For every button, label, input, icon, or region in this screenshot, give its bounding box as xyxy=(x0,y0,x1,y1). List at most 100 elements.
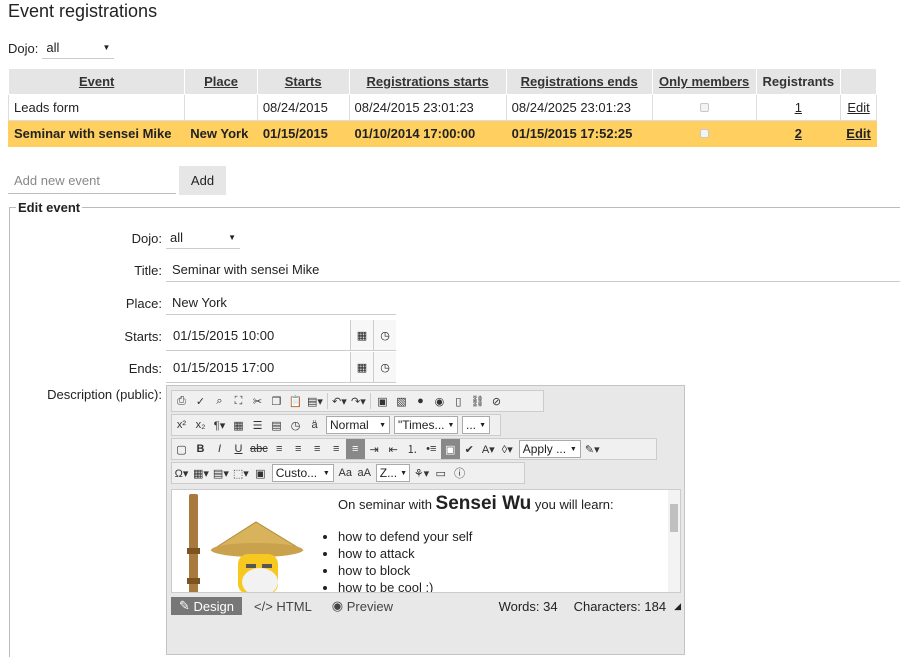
font-dropdown[interactable]: "Times... ▼ xyxy=(394,416,458,434)
size-dropdown[interactable]: ... ▼ xyxy=(462,416,490,434)
col-event[interactable]: Event xyxy=(7,68,186,95)
document-icon[interactable]: ▯ xyxy=(449,391,468,411)
align-center-icon[interactable]: ≡ xyxy=(289,439,308,459)
paste-icon[interactable]: 📋 xyxy=(286,391,305,411)
edit-link[interactable]: Edit xyxy=(847,100,869,115)
superscript-icon[interactable]: x² xyxy=(172,415,191,435)
table-row[interactable]: Seminar with sensei Mike New York 01/15/… xyxy=(7,120,877,147)
scrollbar-thumb[interactable] xyxy=(670,504,678,532)
dojo-filter-select[interactable]: all ▼ xyxy=(42,37,115,59)
design-mode-label: Design xyxy=(193,598,234,614)
col-starts[interactable]: Starts xyxy=(256,68,350,95)
word-count: Words: 34 xyxy=(498,598,558,614)
text-color-icon[interactable]: A▾ xyxy=(479,439,498,459)
copy-icon[interactable]: ❐ xyxy=(267,391,286,411)
title-input[interactable]: Seminar with sensei Mike xyxy=(166,258,900,282)
char-icon[interactable]: ä xyxy=(305,415,324,435)
print-icon[interactable]: ⎙ xyxy=(172,391,191,411)
html-mode-button[interactable]: </> HTML xyxy=(246,597,320,615)
clock-icon[interactable]: ◷ xyxy=(373,320,396,350)
info-icon[interactable]: ⓘ xyxy=(450,463,469,483)
uppercase-icon[interactable]: Aa xyxy=(336,463,355,483)
calendar-icon[interactable]: ▦ xyxy=(350,320,373,350)
insert-image-icon[interactable]: ▣ xyxy=(251,463,270,483)
col-reg-ends[interactable]: Registrations ends xyxy=(505,68,653,95)
format-block-icon[interactable]: ☰ xyxy=(248,415,267,435)
unlink-icon[interactable]: ⊘ xyxy=(487,391,506,411)
box-icon[interactable]: ▣ xyxy=(440,439,460,459)
zoom-dropdown[interactable]: Z... ▼ xyxy=(375,464,410,482)
edit-dojo-select[interactable]: all ▼ xyxy=(166,227,240,249)
editor-content[interactable]: On seminar with Sensei Wu you will learn… xyxy=(171,489,681,593)
format-painter-icon[interactable]: ✎▾ xyxy=(583,439,602,459)
clock-icon[interactable]: ◷ xyxy=(373,352,396,382)
subscript-icon[interactable]: x₂ xyxy=(191,415,210,435)
registrants-link[interactable]: 1 xyxy=(795,100,802,115)
cell-event: Leads form xyxy=(7,94,186,121)
align-left-icon[interactable]: ≡ xyxy=(270,439,289,459)
registrants-link[interactable]: 2 xyxy=(795,126,802,141)
validate-icon[interactable]: ✔ xyxy=(460,439,479,459)
undo-icon[interactable]: ↶▾ xyxy=(330,391,349,411)
preview-icon[interactable]: ▭ xyxy=(431,463,450,483)
design-mode-button[interactable]: ✎ Design xyxy=(171,597,242,615)
template-icon[interactable]: ▦ xyxy=(229,415,248,435)
col-place[interactable]: Place xyxy=(184,68,258,95)
outdent-icon[interactable]: ⇤ xyxy=(384,439,403,459)
ends-input[interactable]: 01/15/2015 17:00 xyxy=(166,352,350,382)
insert-table-icon[interactable]: ▦▾ xyxy=(191,463,211,483)
underline-icon[interactable]: U xyxy=(229,439,248,459)
background-color-icon[interactable]: ◊▾ xyxy=(498,439,517,459)
indent-icon[interactable]: ⇥ xyxy=(365,439,384,459)
italic-icon[interactable]: I xyxy=(210,439,229,459)
col-reg-starts[interactable]: Registrations starts xyxy=(348,68,507,95)
calendar-icon[interactable]: ▦ xyxy=(350,352,373,382)
custom-dropdown[interactable]: Custo... ▼ xyxy=(271,464,334,482)
image-icon[interactable]: ▣ xyxy=(373,391,392,411)
paragraph-icon[interactable]: ¶▾ xyxy=(210,415,229,435)
bold-icon[interactable]: B xyxy=(191,439,210,459)
table-row[interactable]: Leads form 08/24/2015 08/24/2015 23:01:2… xyxy=(7,94,877,121)
align-right-icon[interactable]: ≡ xyxy=(308,439,327,459)
add-event-button[interactable]: Add xyxy=(179,166,226,195)
form-icon[interactable]: ⬚▾ xyxy=(231,463,251,483)
strikethrough-icon[interactable]: abc xyxy=(248,439,270,459)
only-members-checkbox[interactable] xyxy=(699,103,709,112)
table-props-icon[interactable]: ▤▾ xyxy=(211,463,231,483)
module-icon[interactable]: ⚘▾ xyxy=(412,463,431,483)
starts-label: Starts: xyxy=(124,329,162,344)
only-members-checkbox[interactable] xyxy=(699,129,709,138)
resize-handle-icon[interactable]: ◢ xyxy=(674,601,681,612)
spellcheck-icon[interactable]: ✓ xyxy=(191,391,210,411)
special-chars-icon[interactable]: Ω▾ xyxy=(172,463,191,483)
edit-link[interactable]: Edit xyxy=(846,126,871,141)
place-input[interactable]: New York xyxy=(166,291,396,315)
link-icon[interactable]: ⛓ xyxy=(468,391,487,411)
format-dropdown[interactable]: Normal ▼ xyxy=(326,416,390,434)
redo-icon[interactable]: ↷▾ xyxy=(349,391,368,411)
description-label: Description (public): xyxy=(47,387,162,402)
clock-icon[interactable]: ◷ xyxy=(286,415,305,435)
show-blocks-icon[interactable]: ▢ xyxy=(172,439,191,459)
fullscreen-icon[interactable]: ⛶ xyxy=(229,391,248,411)
starts-input[interactable]: 01/15/2015 10:00 xyxy=(166,320,350,350)
align-justify-icon[interactable]: ≡ xyxy=(327,439,346,459)
apply-css-dropdown[interactable]: Apply ... ▼ xyxy=(518,440,581,458)
gallery-icon[interactable]: ▧ xyxy=(392,391,411,411)
align-none-icon[interactable]: ≡ xyxy=(345,439,365,459)
ordered-list-icon[interactable]: ⒈ xyxy=(403,439,422,459)
flash-icon[interactable]: ● xyxy=(411,391,430,411)
cut-icon[interactable]: ✂ xyxy=(248,391,267,411)
find-icon[interactable]: ⌕ xyxy=(210,391,229,411)
table-icon[interactable]: ▤ xyxy=(267,415,286,435)
chevron-down-icon: ▼ xyxy=(400,469,408,477)
lowercase-icon[interactable]: aA xyxy=(355,463,374,483)
unordered-list-icon[interactable]: •≡ xyxy=(422,439,441,459)
add-event-input[interactable]: Add new event xyxy=(8,167,176,194)
preview-mode-button[interactable]: ◉ Preview xyxy=(324,597,401,615)
toolbar-row-2: x² x₂ ¶▾ ▦ ☰ ▤ ◷ ä Normal ▼ "Times... ▼ ..… xyxy=(171,414,501,436)
editor-scrollbar[interactable] xyxy=(668,490,680,592)
paste-special-icon[interactable]: ▤▾ xyxy=(305,391,325,411)
col-only-members[interactable]: Only members xyxy=(651,68,757,95)
media-icon[interactable]: ◉ xyxy=(430,391,449,411)
